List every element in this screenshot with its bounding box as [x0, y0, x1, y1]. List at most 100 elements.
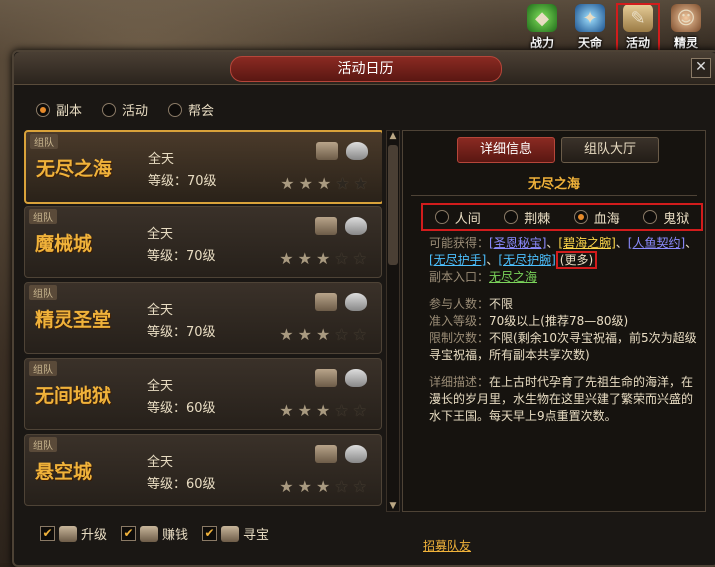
destiny-button[interactable]: ✦ 天命: [569, 4, 611, 52]
star-filled-icon: ★: [297, 249, 312, 268]
separator: 、: [685, 236, 698, 250]
top-icon-bar: ◆ 战力 ✦ 天命 ✎ 活动 ☺ 精灵: [521, 3, 707, 53]
detail-tabs: 详细信息 组队大厅: [457, 137, 659, 163]
spirit-button[interactable]: ☺ 精灵: [665, 4, 707, 52]
star-filled-icon: ★: [315, 401, 331, 420]
dungeon-time: 全天: [147, 379, 174, 394]
window-title: 活动日历: [229, 56, 502, 82]
desc-label: 详细描述：: [429, 375, 490, 389]
separator: 、: [615, 236, 628, 250]
description-line: 详细描述：在上古时代孕育了先祖生命的海洋，在漫长的岁月里，水生物在这里兴建了繁荣…: [429, 374, 701, 425]
radio-icon: [573, 210, 588, 224]
players-value: 不限: [489, 297, 514, 311]
players-label: 参与人数：: [429, 297, 490, 311]
treasure-chest-icon: [221, 525, 240, 542]
reward-icons: [315, 445, 367, 463]
title-bar[interactable]: 活动日历 ✕: [14, 52, 715, 85]
activity-calendar-window: 活动日历 ✕ 副本 活动 帮会 组队 无尽之海 全天 等级：70级 ★ ★ ★ ★ ★ …: [12, 50, 715, 567]
filter-guild[interactable]: 帮会: [168, 100, 214, 119]
armor-icon: [345, 445, 367, 463]
star-filled-icon: ★: [297, 477, 312, 496]
dungeon-item[interactable]: 组队 精灵圣堂 全天 等级：70级 ★ ★ ★ ★ ★: [24, 282, 382, 354]
dungeon-time: 全天: [147, 303, 174, 318]
armor-icon: [345, 369, 367, 387]
filter-treasure[interactable]: ✔ 寻宝: [202, 524, 269, 543]
limit-line: 限制次数：不限(剩余10次寻宝祝福，前5次为超级寻宝祝福，所有副本共享次数): [429, 330, 701, 364]
team-tag: 组队: [29, 209, 57, 224]
sword-icon: [59, 525, 77, 542]
destiny-label: 天命: [577, 36, 602, 50]
star-empty-icon: ★: [334, 325, 349, 344]
level-line: 准入等级：70级以上(推荐78—80级): [429, 313, 701, 330]
power-button[interactable]: ◆ 战力: [521, 4, 563, 52]
star-empty-icon: ★: [334, 249, 349, 268]
star-empty-icon: ★: [352, 477, 367, 496]
mode-thorns[interactable]: 荆棘: [504, 208, 550, 227]
detail-info: 可能获得：[圣恩秘宝]、[碧海之腕]、[人鱼契约]、[无尽护手]、[无尽护腕](…: [429, 235, 701, 425]
dungeon-name: 无尽之海: [36, 158, 113, 180]
star-empty-icon: ★: [352, 249, 367, 268]
scroll-thumb[interactable]: [388, 145, 398, 265]
scroll-up-icon[interactable]: ▲: [387, 131, 399, 141]
star-filled-icon: ★: [316, 174, 332, 193]
filter-label: 帮会: [188, 104, 215, 119]
filter-activity[interactable]: 活动: [102, 100, 148, 119]
detail-panel: 详细信息 组队大厅 无尽之海 人间 荆棘 血海 鬼狱 可能获得：[圣恩秘宝]、[…: [402, 130, 706, 553]
category-filter: 副本 活动 帮会: [36, 100, 214, 119]
level-value: 70级以上(推荐78—80级): [489, 314, 629, 328]
limit-label: 限制次数：: [429, 331, 490, 345]
difficulty-stars: ★ ★ ★ ★ ★: [279, 401, 367, 420]
radio-icon: [504, 210, 519, 224]
mode-ghost-prison[interactable]: 鬼狱: [643, 208, 689, 227]
money-bag-icon: [140, 525, 159, 542]
mode-human[interactable]: 人间: [434, 208, 481, 227]
dungeon-item[interactable]: 组队 悬空城 全天 等级：60级 ★ ★ ★ ★ ★: [24, 434, 382, 506]
close-button[interactable]: ✕: [691, 58, 711, 78]
difficulty-stars: ★ ★ ★ ★ ★: [279, 325, 367, 344]
list-scrollbar[interactable]: ▲ ▼: [386, 130, 400, 512]
reward-link[interactable]: [圣恩秘宝]: [489, 236, 546, 250]
reward-link[interactable]: [无尽护手]: [429, 253, 486, 267]
reward-link[interactable]: [无尽护腕]: [498, 253, 555, 267]
scroll-quill-icon: ✎: [623, 4, 653, 32]
reward-link[interactable]: [人鱼契约]: [628, 236, 685, 250]
dungeon-level: 等级：70级: [147, 249, 216, 264]
divider: [411, 195, 697, 196]
level-label: 准入等级：: [429, 314, 490, 328]
filter-dungeon[interactable]: 副本: [36, 100, 82, 119]
dungeon-time: 全天: [147, 455, 174, 470]
star-empty-icon: ★: [352, 401, 367, 420]
activity-button[interactable]: ✎ 活动: [616, 3, 660, 53]
star-empty-icon: ★: [353, 174, 368, 193]
activity-label: 活动: [625, 36, 650, 50]
tab-team-hall[interactable]: 组队大厅: [561, 137, 659, 163]
green-gem-icon: ◆: [527, 4, 557, 32]
recruit-link[interactable]: 招募队友: [423, 537, 471, 554]
scroll-down-icon[interactable]: ▼: [387, 501, 399, 511]
filter-money[interactable]: ✔ 赚钱: [121, 524, 188, 543]
entrance-label: 副本入口：: [429, 270, 490, 284]
radio-icon: [36, 102, 50, 117]
filter-label: 升级: [81, 528, 108, 543]
chest-icon: [315, 217, 337, 235]
filter-upgrade[interactable]: ✔ 升级: [40, 524, 107, 543]
entrance-link[interactable]: 无尽之海: [489, 270, 537, 284]
dungeon-level: 等级：60级: [147, 477, 216, 492]
dungeon-item[interactable]: 组队 无间地狱 全天 等级：60级 ★ ★ ★ ★ ★: [24, 358, 382, 430]
difficulty-stars: ★ ★ ★ ★ ★: [279, 477, 367, 496]
star-filled-icon: ★: [297, 401, 312, 420]
difficulty-modes: 人间 荆棘 血海 鬼狱: [421, 203, 703, 231]
radio-icon: [434, 210, 449, 224]
more-link[interactable]: (更多): [555, 251, 598, 269]
mode-blood-sea[interactable]: 血海: [573, 208, 620, 227]
dungeon-level: 等级：60级: [147, 401, 216, 416]
star-empty-icon: ★: [352, 325, 367, 344]
reward-link[interactable]: [碧海之腕]: [558, 236, 615, 250]
entrance-line: 副本入口：无尽之海: [429, 269, 701, 286]
dungeon-level: 等级：70级: [148, 174, 217, 189]
tab-details[interactable]: 详细信息: [457, 137, 555, 163]
dungeon-item[interactable]: 组队 魔械城 全天 等级：70级 ★ ★ ★ ★ ★: [24, 206, 382, 278]
dungeon-time: 全天: [147, 227, 174, 242]
dungeon-item[interactable]: 组队 无尽之海 全天 等级：70级 ★ ★ ★ ★ ★: [24, 130, 382, 204]
radio-icon: [168, 102, 183, 117]
